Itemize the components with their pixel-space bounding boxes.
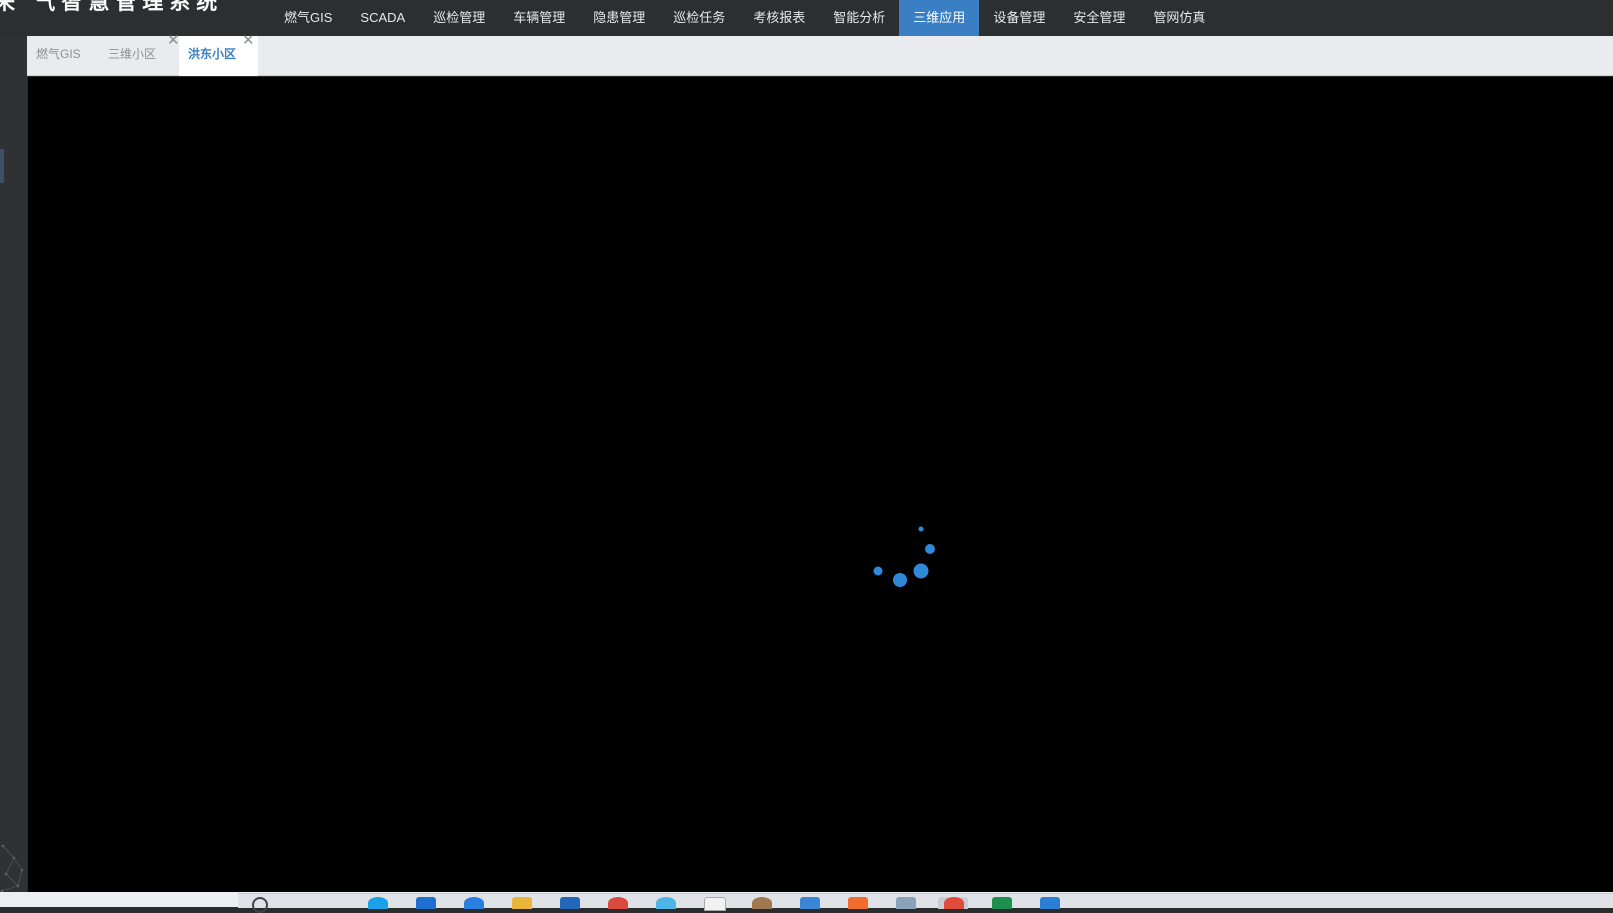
nav-item-assessment-reports[interactable]: 考核报表: [739, 0, 819, 36]
tab-label: 三维小区: [108, 47, 157, 61]
nav-item-safety-management[interactable]: 安全管理: [1059, 0, 1139, 36]
left-sidebar-collapsed: [0, 36, 27, 893]
store-icon[interactable]: [416, 897, 436, 909]
folder-icon[interactable]: [512, 897, 532, 909]
photo-icon[interactable]: [752, 897, 772, 909]
search-icon[interactable]: [252, 897, 268, 913]
nav-item-gas-gis[interactable]: 燃气GIS: [270, 0, 346, 36]
sidebar-active-marker: [0, 149, 4, 183]
taskbar-app-area: [238, 893, 1613, 913]
tab-3d-community[interactable]: 三维小区 ✕: [99, 33, 180, 76]
bell-icon[interactable]: [1591, 0, 1609, 6]
close-icon[interactable]: ✕: [242, 33, 255, 48]
nav-item-inspection-tasks[interactable]: 巡检任务: [659, 0, 739, 36]
nav-item-network-simulation[interactable]: 管网仿真: [1139, 0, 1219, 36]
globe-icon[interactable]: [656, 897, 676, 909]
tab-hongdong-community[interactable]: 洪东小区 ✕: [179, 33, 258, 76]
main-nav: 燃气GIS SCADA 巡检管理 车辆管理 隐患管理 巡检任务 考核报表 智能分…: [270, 0, 1219, 36]
nav-item-hazard-management[interactable]: 隐患管理: [579, 0, 659, 36]
loading-spinner-icon: [873, 526, 935, 587]
edge-icon[interactable]: [368, 897, 388, 909]
app-icon[interactable]: [560, 897, 580, 909]
vscode-icon[interactable]: [1040, 897, 1060, 909]
nav-item-equipment-management[interactable]: 设备管理: [979, 0, 1059, 36]
tab-gas-gis[interactable]: 燃气GIS: [27, 36, 99, 76]
top-navigation-bar: 来 气智慧管理系统 燃气GIS SCADA 巡检管理 车辆管理 隐患管理 巡检任…: [0, 0, 1613, 36]
app-title: 来 气智慧管理系统: [0, 0, 224, 14]
calendar-icon[interactable]: [704, 897, 726, 911]
monitor-icon[interactable]: [800, 897, 820, 909]
excel-icon[interactable]: [992, 897, 1012, 909]
nav-item-intelligent-analysis[interactable]: 智能分析: [819, 0, 899, 36]
tab-bar: 燃气GIS 三维小区 ✕ 洪东小区 ✕: [27, 33, 1613, 76]
network-icon[interactable]: [896, 897, 916, 909]
nav-item-3d-application[interactable]: 三维应用: [899, 0, 980, 36]
tab-label: 燃气GIS: [36, 47, 81, 61]
red-app-icon[interactable]: [944, 897, 964, 909]
nav-item-inspection-management[interactable]: 巡检管理: [419, 0, 499, 36]
nav-item-scada[interactable]: SCADA: [346, 0, 419, 36]
browser-icon[interactable]: [464, 897, 484, 909]
tab-label: 洪东小区: [188, 47, 237, 61]
orange-app-icon[interactable]: [848, 897, 868, 909]
3d-viewport[interactable]: [28, 77, 1613, 892]
chrome-icon[interactable]: [608, 897, 628, 909]
nav-item-vehicle-management[interactable]: 车辆管理: [499, 0, 579, 36]
close-icon[interactable]: ✕: [167, 33, 180, 48]
